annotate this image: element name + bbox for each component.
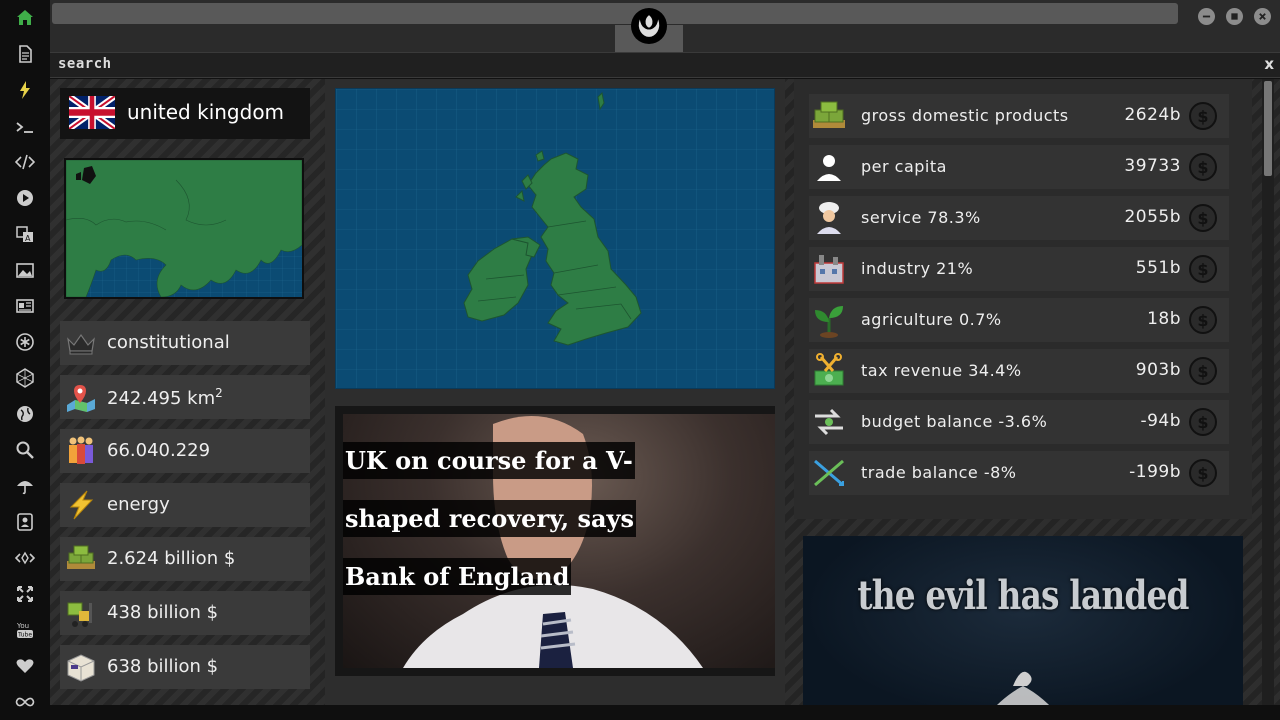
person-icon <box>817 155 841 181</box>
promo-banner[interactable]: the evil has landed <box>803 536 1243 720</box>
terminal-icon[interactable] <box>13 115 37 139</box>
country-header[interactable]: united kingdom <box>60 88 310 139</box>
youtube-icon[interactable]: You Tube <box>13 618 37 642</box>
population-icon <box>69 436 93 464</box>
svg-text:A: A <box>25 234 31 243</box>
government-value: constitutional <box>107 332 230 353</box>
title-bar <box>50 0 1280 52</box>
trade-cross-icon <box>814 459 844 487</box>
sector-row[interactable]: energy <box>60 483 310 527</box>
image-icon[interactable] <box>13 258 37 282</box>
sprout-icon <box>815 306 843 338</box>
home-icon[interactable] <box>13 6 37 30</box>
stat-row-per-capita[interactable]: per capita 39733 $ <box>809 145 1229 189</box>
sector-value: energy <box>107 494 170 515</box>
contact-icon[interactable] <box>13 510 37 534</box>
money-stack-icon <box>813 101 845 128</box>
play-icon[interactable] <box>13 186 37 210</box>
stat-row-budget-balance[interactable]: budget balance -3.6% -94b $ <box>809 400 1229 444</box>
energy-bolt-icon <box>69 490 94 520</box>
economy-panel: gross domestic products 2624b $ per capi… <box>794 79 1252 519</box>
gdp-value: 2.624 billion $ <box>107 548 236 569</box>
imports-value: 438 billion $ <box>107 602 219 623</box>
svg-text:Tube: Tube <box>17 632 32 639</box>
scroll-thumb[interactable] <box>1264 81 1272 176</box>
country-map[interactable] <box>335 88 775 389</box>
gdp-row[interactable]: 2.624 billion $ <box>60 537 310 581</box>
dollar-icon[interactable]: $ <box>1189 357 1217 385</box>
dollar-icon[interactable]: $ <box>1189 255 1217 283</box>
search-row: search x <box>50 52 1280 78</box>
map-news-column: UK on course for a V-shaped recovery, sa… <box>325 79 785 705</box>
population-row[interactable]: 66.040.229 <box>60 429 310 473</box>
bottom-bar <box>50 705 1280 720</box>
stat-row-tax-revenue[interactable]: tax revenue 34.4% 903b $ <box>809 349 1229 393</box>
dollar-icon[interactable]: $ <box>1189 408 1217 436</box>
area-row[interactable]: 242.495 km2 <box>60 375 310 419</box>
dollar-icon[interactable]: $ <box>1189 102 1217 130</box>
scrollbar[interactable] <box>1262 79 1274 705</box>
ethereum-icon[interactable] <box>13 546 37 570</box>
chef-icon <box>817 202 841 234</box>
sidebar-nav: A You Tube <box>0 0 50 720</box>
translate-icon[interactable]: A <box>13 222 37 246</box>
promo-title: the evil has landed <box>857 572 1189 619</box>
asterisk-icon[interactable] <box>13 330 37 354</box>
uk-flag-icon <box>69 96 115 129</box>
address-bar[interactable] <box>52 3 1178 24</box>
svg-text:You: You <box>16 622 29 630</box>
dollar-icon[interactable]: $ <box>1189 306 1217 334</box>
code-icon[interactable] <box>13 150 37 174</box>
government-row[interactable]: constitutional <box>60 321 310 365</box>
country-name: united kingdom <box>127 100 285 124</box>
hexagon-icon[interactable] <box>13 366 37 390</box>
country-sidebar: united kingdom constitutional 242.495 km… <box>50 79 320 705</box>
stat-row-agriculture[interactable]: agriculture 0.7% 18b $ <box>809 298 1229 342</box>
news-headline[interactable]: UK on course for a V-shaped recovery, sa… <box>343 432 703 606</box>
exports-row[interactable]: 638 billion $ <box>60 645 310 689</box>
shipping-box-icon <box>67 654 95 682</box>
newspaper-icon[interactable] <box>13 294 37 318</box>
fullscreen-icon[interactable] <box>13 582 37 606</box>
dollar-icon[interactable]: $ <box>1189 204 1217 232</box>
maximize-button[interactable] <box>1226 8 1243 25</box>
population-value: 66.040.229 <box>107 440 211 461</box>
scissors-money-icon <box>814 353 844 386</box>
main-content: united kingdom constitutional 242.495 km… <box>50 79 1280 720</box>
document-icon[interactable] <box>13 42 37 66</box>
search-icon[interactable] <box>13 438 37 462</box>
exchange-arrows-icon <box>815 408 843 436</box>
crown-icon <box>67 333 95 355</box>
stat-row-service[interactable]: service 78.3% 2055b $ <box>809 196 1229 240</box>
stat-row-industry[interactable]: industry 21% 551b $ <box>809 247 1229 291</box>
heart-icon[interactable] <box>13 654 37 678</box>
promo-image <box>803 536 1243 720</box>
stat-row-trade-balance[interactable]: trade balance -8% -199b $ <box>809 451 1229 495</box>
exports-value: 638 billion $ <box>107 656 219 677</box>
money-stack-icon <box>67 545 95 569</box>
dollar-icon[interactable]: $ <box>1189 153 1217 181</box>
close-search-button[interactable]: x <box>1264 55 1274 73</box>
globe-icon[interactable] <box>13 402 37 426</box>
infinity-icon[interactable] <box>13 690 37 714</box>
dollar-icon[interactable]: $ <box>1189 459 1217 487</box>
bolt-icon[interactable] <box>13 78 37 102</box>
close-window-button[interactable] <box>1254 8 1271 25</box>
world-minimap[interactable] <box>64 158 304 299</box>
forklift-icon <box>67 602 92 627</box>
map-pin-icon <box>67 385 95 412</box>
imports-row[interactable]: 438 billion $ <box>60 591 310 635</box>
search-label[interactable]: search <box>58 56 112 72</box>
rebel-emblem-icon[interactable] <box>631 8 667 44</box>
minimize-button[interactable] <box>1198 8 1215 25</box>
area-value: 242.495 km2 <box>107 386 223 409</box>
stat-row-gdp[interactable]: gross domestic products 2624b $ <box>809 94 1229 138</box>
news-card[interactable]: UK on course for a V-shaped recovery, sa… <box>335 406 775 676</box>
umbrella-icon[interactable] <box>13 474 37 498</box>
factory-icon <box>814 255 844 284</box>
